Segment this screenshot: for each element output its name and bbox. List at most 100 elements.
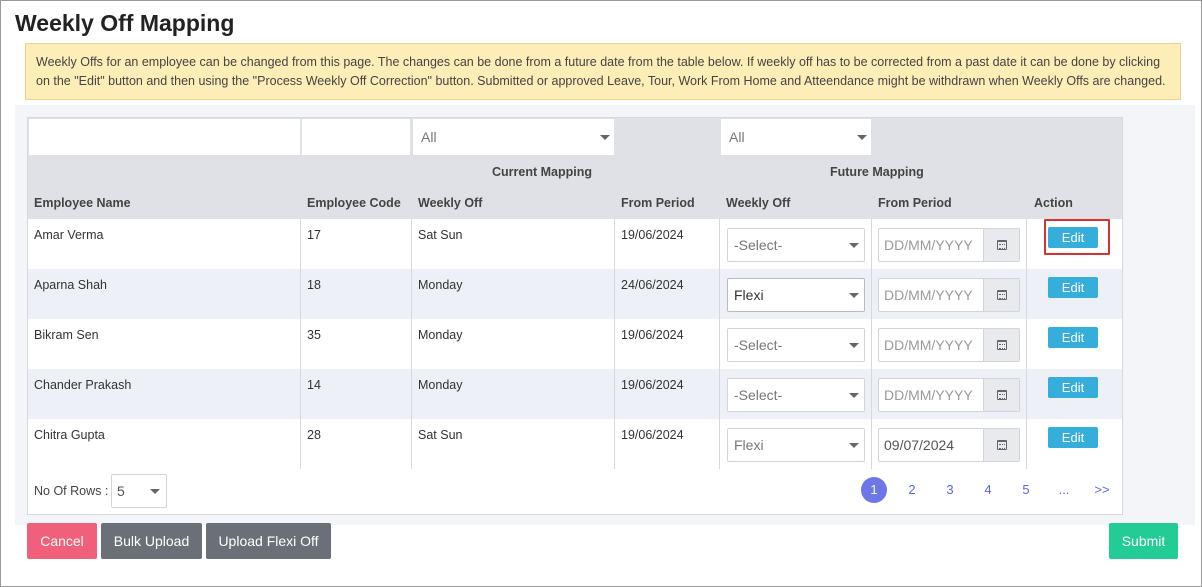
column-header-action: Action	[1034, 196, 1073, 210]
future-from-period-value: DD/MM/YYYY	[884, 387, 973, 403]
weekly-off-table: All All Current Mapping Future Mapping E…	[27, 117, 1123, 515]
column-header-future-weekly-off: Weekly Off	[726, 196, 791, 210]
calendar-icon	[997, 290, 1007, 300]
cancel-button[interactable]: Cancel	[27, 523, 97, 559]
future-weekly-off-filter-value: All	[729, 129, 745, 145]
chevron-down-icon	[849, 293, 859, 298]
future-from-period-input[interactable]: DD/MM/YYYY	[878, 378, 1020, 412]
filter-row: All All	[28, 118, 1122, 156]
employee-name: Bikram Sen	[34, 328, 99, 342]
calendar-button[interactable]	[983, 329, 1019, 361]
future-from-period-input[interactable]: DD/MM/YYYY	[878, 328, 1020, 362]
current-weekly-off: Monday	[418, 278, 463, 292]
current-from-period: 19/06/2024	[621, 428, 684, 442]
calendar-icon	[997, 390, 1007, 400]
edit-button-highlight	[1044, 219, 1110, 255]
calendar-icon	[997, 440, 1007, 450]
bulk-upload-button[interactable]: Bulk Upload	[101, 523, 202, 559]
employee-code: 18	[307, 278, 321, 292]
current-weekly-off-filter[interactable]: All	[413, 119, 614, 155]
calendar-button[interactable]	[983, 279, 1019, 311]
future-weekly-off-value: Flexi	[734, 437, 764, 453]
table-row: Chander Prakash 14 Monday 19/06/2024 -Se…	[28, 369, 1122, 419]
page-link-5[interactable]: 5	[1013, 477, 1039, 503]
rows-per-page-label: No Of Rows :	[34, 484, 109, 498]
employee-code: 35	[307, 328, 321, 342]
employee-name-filter[interactable]	[29, 119, 300, 155]
edit-button[interactable]: Edit	[1048, 327, 1098, 348]
current-weekly-off: Monday	[418, 328, 463, 342]
submit-button[interactable]: Submit	[1109, 523, 1178, 559]
current-from-period: 19/06/2024	[621, 328, 684, 342]
edit-button[interactable]: Edit	[1048, 427, 1098, 448]
current-weekly-off-filter-value: All	[421, 129, 437, 145]
chevron-down-icon	[849, 243, 859, 248]
chevron-down-icon	[849, 393, 859, 398]
table-row: Chitra Gupta 28 Sat Sun 19/06/2024 Flexi…	[28, 419, 1122, 469]
page-title: Weekly Off Mapping	[15, 10, 235, 36]
future-weekly-off-value: -Select-	[734, 387, 783, 403]
chevron-down-icon	[849, 443, 859, 448]
current-weekly-off: Monday	[418, 378, 463, 392]
current-from-period: 24/06/2024	[621, 278, 684, 292]
group-header-row: Current Mapping Future Mapping	[28, 156, 1122, 188]
column-header-employee-code: Employee Code	[307, 196, 401, 210]
future-weekly-off-select[interactable]: -Select-	[727, 378, 865, 412]
future-weekly-off-select[interactable]: -Select-	[727, 328, 865, 362]
edit-button[interactable]: Edit	[1048, 377, 1098, 398]
table-footer: No Of Rows : 5 1 2 3 4 5 ... >>	[28, 468, 1122, 515]
current-from-period: 19/06/2024	[621, 378, 684, 392]
column-header-row: Employee Name Employee Code Weekly Off F…	[28, 188, 1122, 219]
employee-name: Chander Prakash	[34, 378, 132, 392]
future-mapping-header: Future Mapping	[830, 165, 924, 179]
page-link-1[interactable]: 1	[861, 477, 887, 503]
current-weekly-off: Sat Sun	[418, 228, 463, 242]
upload-flexi-off-button[interactable]: Upload Flexi Off	[206, 523, 331, 559]
future-from-period-input[interactable]: DD/MM/YYYY	[878, 228, 1020, 262]
rows-per-page-select[interactable]: 5	[111, 474, 167, 508]
future-weekly-off-value: Flexi	[734, 287, 764, 303]
employee-code: 14	[307, 378, 321, 392]
column-header-employee-name: Employee Name	[34, 196, 131, 210]
chevron-down-icon	[849, 343, 859, 348]
future-weekly-off-filter[interactable]: All	[721, 119, 871, 155]
future-weekly-off-value: -Select-	[734, 237, 783, 253]
calendar-button[interactable]	[983, 429, 1019, 461]
employee-code: 28	[307, 428, 321, 442]
column-header-from-period: From Period	[621, 196, 695, 210]
future-from-period-input[interactable]: DD/MM/YYYY	[878, 278, 1020, 312]
column-header-future-from-period: From Period	[878, 196, 952, 210]
employee-code-filter[interactable]	[302, 119, 410, 155]
future-weekly-off-select[interactable]: Flexi	[727, 278, 865, 312]
future-weekly-off-select[interactable]: Flexi	[727, 428, 865, 462]
future-from-period-value: DD/MM/YYYY	[884, 237, 973, 253]
page-link-3[interactable]: 3	[937, 477, 963, 503]
current-weekly-off: Sat Sun	[418, 428, 463, 442]
table-row: Amar Verma 17 Sat Sun 19/06/2024 -Select…	[28, 219, 1122, 269]
edit-button[interactable]: Edit	[1048, 277, 1098, 298]
chevron-down-icon	[857, 135, 867, 140]
employee-name: Chitra Gupta	[34, 428, 105, 442]
calendar-button[interactable]	[983, 229, 1019, 261]
current-from-period: 19/06/2024	[621, 228, 684, 242]
page-ellipsis[interactable]: ...	[1051, 477, 1077, 503]
future-weekly-off-value: -Select-	[734, 337, 783, 353]
employee-name: Amar Verma	[34, 228, 104, 242]
page-link-4[interactable]: 4	[975, 477, 1001, 503]
current-mapping-header: Current Mapping	[492, 165, 592, 179]
page-link-last[interactable]: >>	[1089, 477, 1115, 503]
rows-per-page-value: 5	[117, 483, 125, 499]
calendar-icon	[997, 240, 1007, 250]
future-from-period-input[interactable]: 09/07/2024	[878, 428, 1020, 462]
table-row: Aparna Shah 18 Monday 24/06/2024 Flexi D…	[28, 269, 1122, 319]
page-link-2[interactable]: 2	[899, 477, 925, 503]
calendar-button[interactable]	[983, 379, 1019, 411]
future-weekly-off-select[interactable]: -Select-	[727, 228, 865, 262]
employee-name: Aparna Shah	[34, 278, 107, 292]
chevron-down-icon	[600, 135, 610, 140]
chevron-down-icon	[150, 489, 160, 494]
future-from-period-value: 09/07/2024	[884, 437, 955, 453]
calendar-icon	[997, 340, 1007, 350]
employee-code: 17	[307, 228, 321, 242]
column-header-weekly-off: Weekly Off	[418, 196, 483, 210]
